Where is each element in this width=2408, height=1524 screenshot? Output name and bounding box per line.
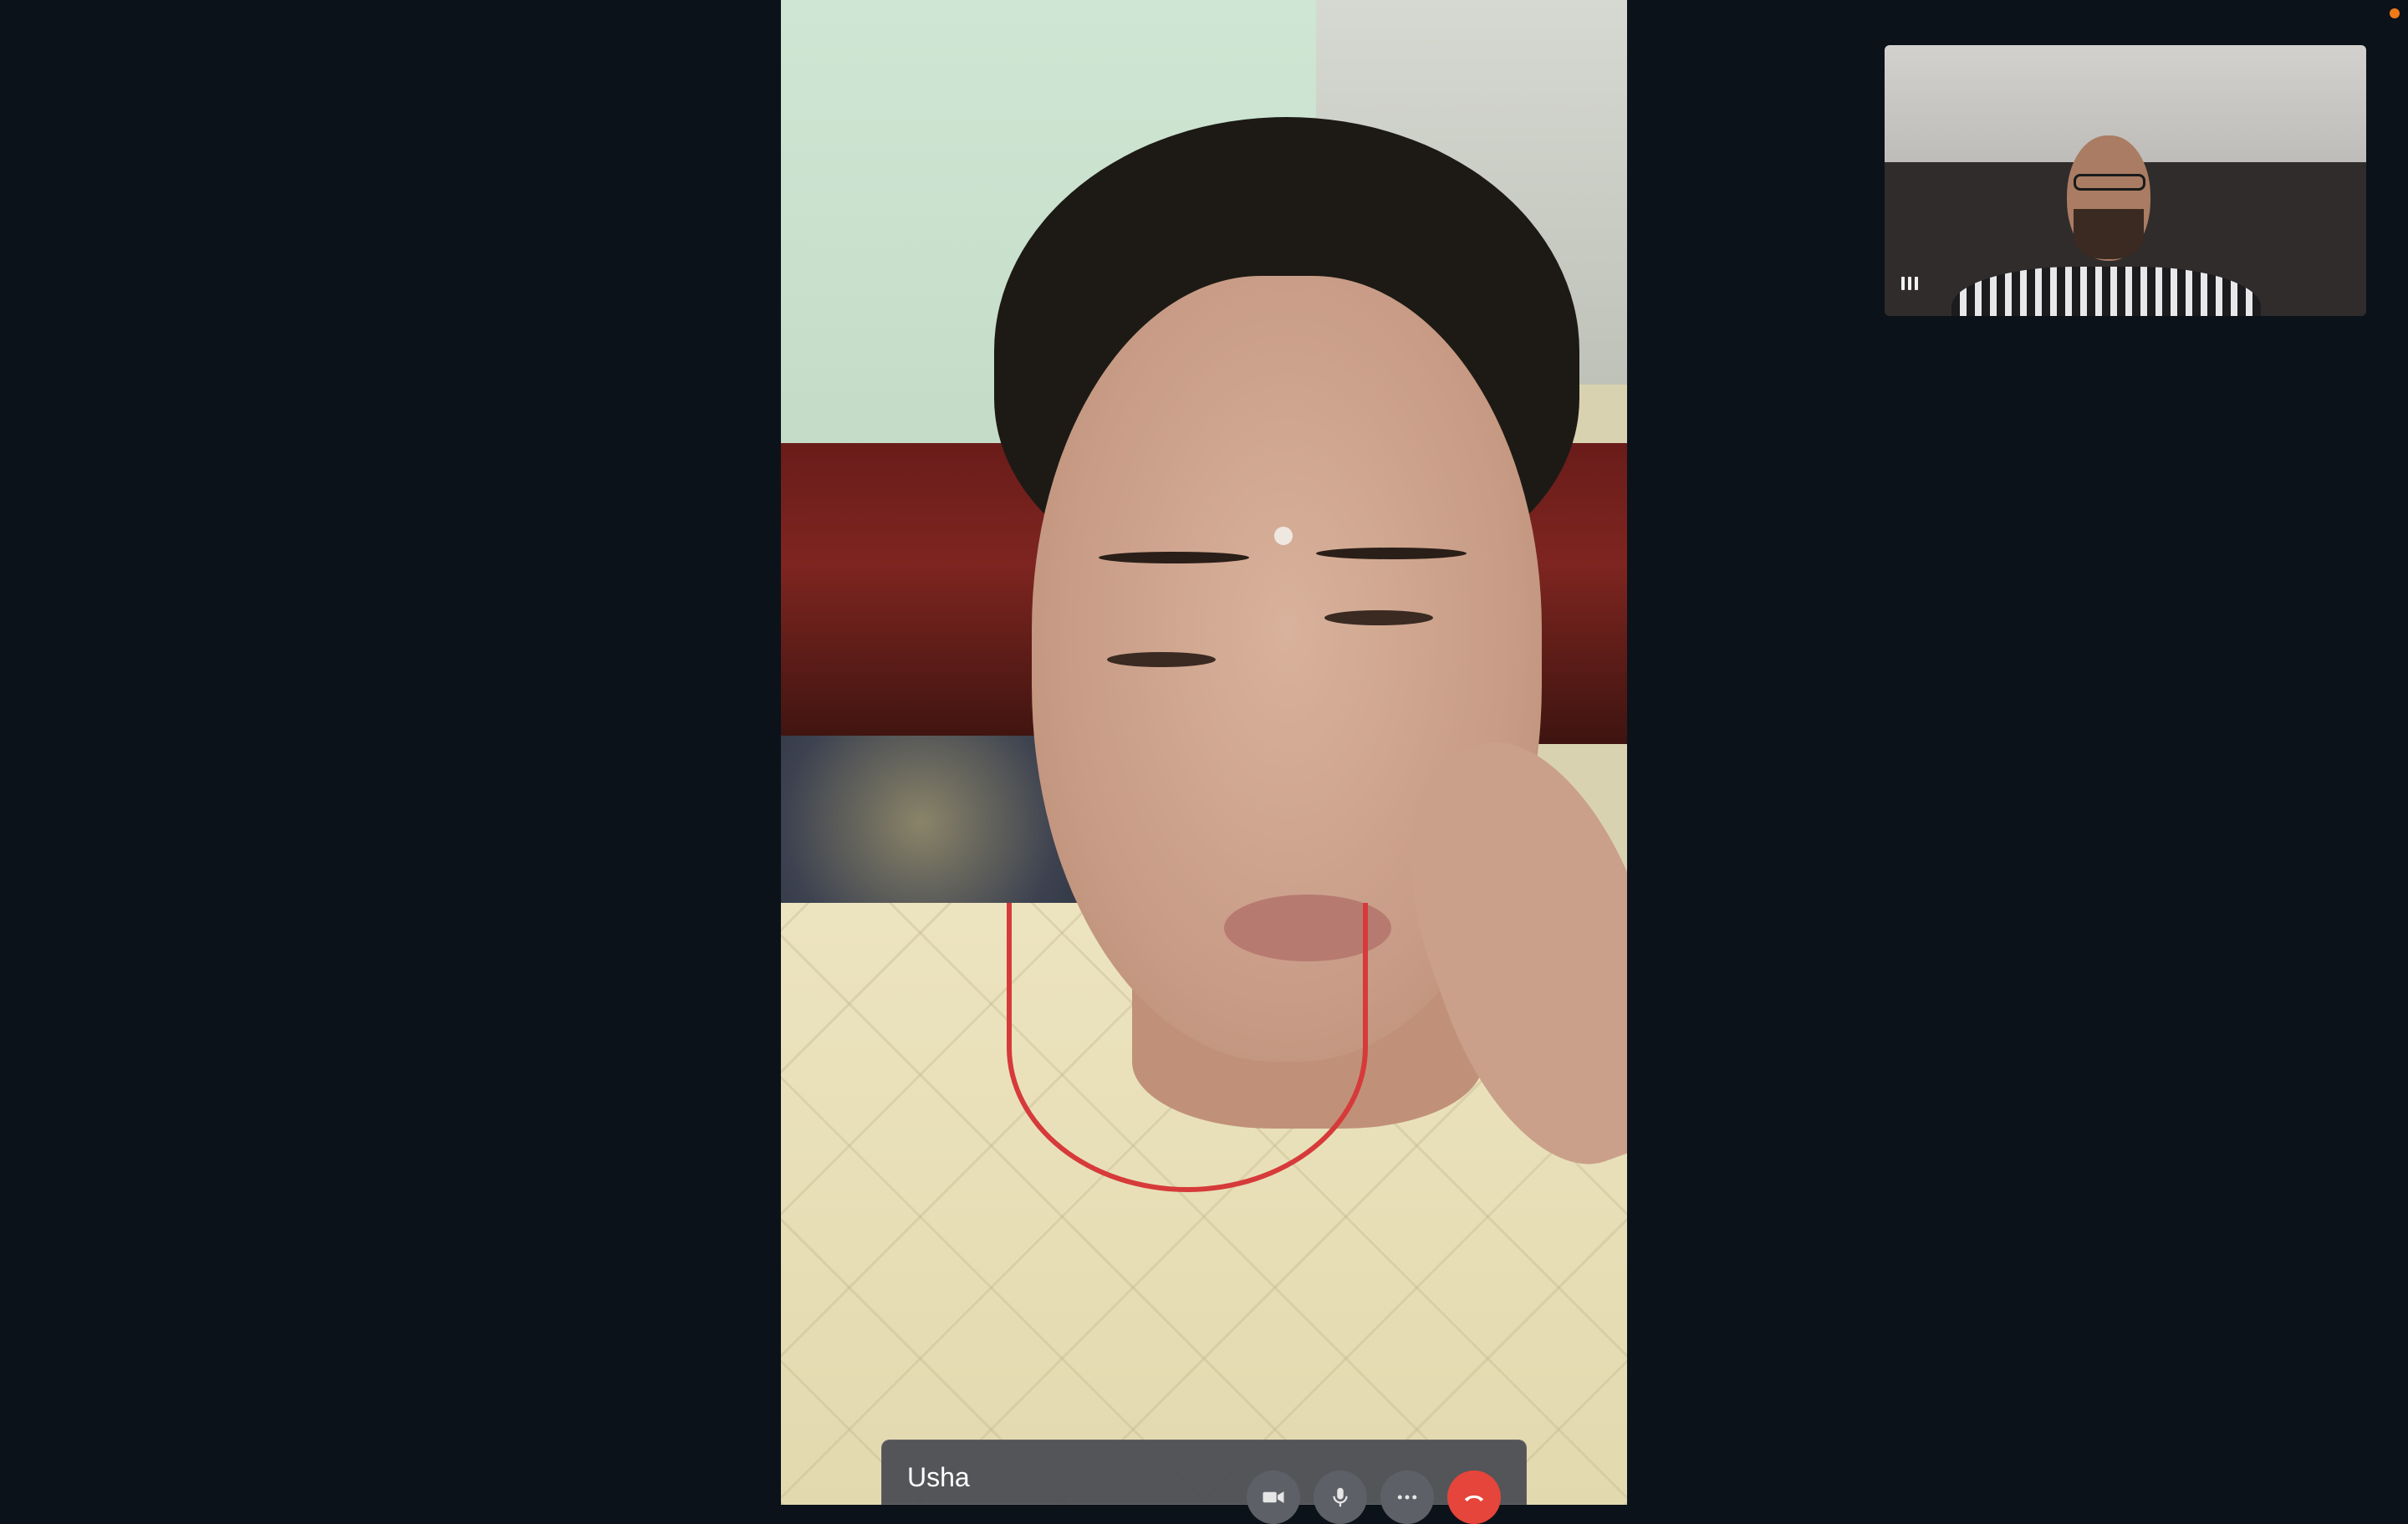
remote-video (781, 0, 1627, 1505)
microphone-icon (1333, 1487, 1348, 1507)
video-call-window: Usha (0, 0, 2408, 1524)
call-control-bar: Usha (881, 1440, 1527, 1524)
self-view[interactable] (1885, 45, 2366, 316)
end-call-button[interactable] (1447, 1470, 1501, 1524)
notification-dot (2390, 8, 2400, 18)
end-call-icon (1464, 1495, 1484, 1501)
toggle-camera-button[interactable] (1247, 1470, 1300, 1524)
toggle-mic-button[interactable] (1314, 1470, 1367, 1524)
audio-level-icon (1901, 273, 1921, 290)
more-options-button[interactable] (1380, 1470, 1434, 1524)
caller-name: Usha (907, 1462, 970, 1492)
more-options-icon (1397, 1495, 1417, 1500)
video-camera-icon (1263, 1491, 1284, 1503)
